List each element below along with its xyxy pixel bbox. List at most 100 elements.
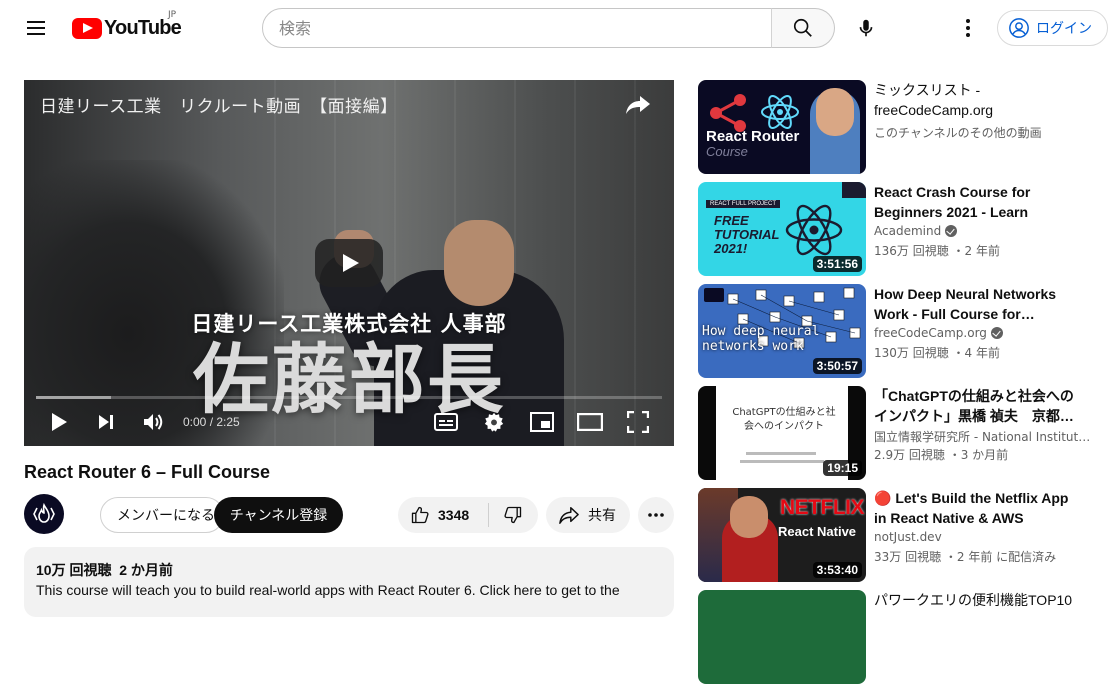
youtube-play-icon [72, 17, 102, 39]
like-button[interactable]: 3348 [398, 497, 488, 533]
upload-age: 2 か月前 [119, 562, 173, 578]
login-label: ログイン [1036, 21, 1092, 37]
thumb-caption: How deep neural networks work [702, 324, 820, 354]
view-count: 10万 回視聴 [36, 562, 112, 578]
channel-avatar[interactable] [24, 494, 64, 534]
dislike-button[interactable] [489, 497, 537, 533]
voice-search-button[interactable] [846, 8, 886, 48]
miniplayer-button[interactable] [524, 404, 560, 440]
duration-badge: 19:15 [823, 460, 862, 476]
like-count: 3348 [438, 507, 470, 523]
rec-title: 「ChatGPTの仕組みと社会へのインパクト」黒橋 禎夫 京都… [874, 388, 1074, 424]
react-logo-icon [761, 95, 799, 129]
slide-footer [740, 460, 824, 463]
thumb-caption: React Router [706, 128, 800, 145]
rec-channel: このチャンネルのその他の動画 [874, 126, 1042, 140]
thumb-caption-2: React Native [778, 524, 857, 539]
gear-icon [484, 412, 504, 432]
share-arrow-icon[interactable] [624, 92, 652, 116]
rec-stats: 2.9万 回視聴 ・3 か月前 [874, 448, 1009, 462]
rec-channel: Academind [874, 224, 958, 238]
rec-channel: notJust.dev [874, 530, 942, 544]
rec-title: 🔴 Let's Build the Netflix App in React N… [874, 490, 1069, 526]
login-button[interactable]: ログイン [997, 10, 1108, 46]
subscribe-label: チャンネル登録 [229, 508, 328, 524]
video-thumbnail: REACT FULL PROJECT FREE TUTORIAL 2021! 3… [698, 182, 866, 276]
masthead: YouTube JP ログイン [0, 0, 1109, 56]
join-label: メンバーになる [117, 508, 215, 524]
next-button[interactable] [88, 404, 124, 440]
settings-more-button[interactable] [952, 12, 984, 44]
time-display: 0:00 / 2:25 [183, 415, 240, 429]
description-text: This course will teach you to build real… [36, 582, 620, 598]
progress-bar[interactable] [36, 396, 662, 399]
region-code: JP [168, 10, 177, 20]
settings-button[interactable] [476, 404, 512, 440]
play-button[interactable] [41, 404, 77, 440]
rec-title: How Deep Neural Networks Work - Full Cou… [874, 286, 1057, 322]
video-player[interactable]: 日建リース工業 リクルート動画 【面接編】 日建リース工業株式会社 人事部 佐藤… [24, 80, 674, 446]
freecodecamp-logo-icon [33, 502, 55, 523]
thumb-caption-2: Course [706, 144, 748, 159]
verified-badge-icon [990, 327, 1003, 339]
fullscreen-button[interactable] [620, 404, 656, 440]
brand-corner [842, 182, 866, 198]
recommendation-item[interactable]: How deep neural networks work 3:50:57 Ho… [698, 284, 1109, 378]
description-box[interactable]: 10万 回視聴 2 か月前 This course will teach you… [24, 547, 674, 617]
subscribe-button[interactable]: チャンネル登録 [214, 497, 343, 533]
captions-icon [434, 413, 458, 431]
verified-badge-icon [945, 225, 958, 237]
recommendation-item[interactable]: NETFLIX React Native 3:53:40 🔴 Let's Bui… [698, 488, 1109, 582]
video-title: React Router 6 – Full Course [24, 462, 271, 482]
like-dislike-group: 3348 [398, 497, 538, 533]
subtitles-button[interactable] [428, 404, 464, 440]
presenter-face [730, 496, 768, 538]
share-label: 共有 [588, 508, 616, 524]
duration-badge: 3:53:40 [812, 562, 862, 578]
share-icon [559, 507, 579, 524]
skip-next-icon [99, 415, 113, 429]
video-thumbnail: How deep neural networks work 3:50:57 [698, 284, 866, 378]
vertical-dots-icon [966, 19, 970, 37]
subtitle-line-1: 日建リース工業株式会社 人事部 [191, 311, 507, 336]
thumbs-down-icon [504, 506, 522, 524]
thumb-logo [704, 288, 724, 302]
search-input[interactable] [279, 18, 771, 38]
theater-mode-button[interactable] [572, 404, 608, 440]
recommendation-item[interactable]: REACT FULL PROJECT FREE TUTORIAL 2021! 3… [698, 182, 1109, 276]
recommendation-item[interactable]: ChatGPTの仕組みと社会へのインパクト 19:15 「ChatGPTの仕組み… [698, 386, 1109, 480]
player-overlay-title[interactable]: 日建リース工業 リクルート動画 【面接編】 [40, 92, 398, 117]
rec-title: React Crash Course for Beginners 2021 - … [874, 184, 1031, 220]
search-button[interactable] [771, 8, 835, 48]
microphone-icon [859, 19, 873, 37]
volume-icon [144, 414, 163, 430]
thumb-caption: FREE TUTORIAL 2021! [714, 213, 780, 256]
mute-button[interactable] [135, 404, 171, 440]
recommendation-item[interactable]: パワークエリの便利機能TOP10 [698, 590, 1109, 684]
search-box [262, 8, 772, 48]
rec-stats: 136万 回視聴 ・2 年前 [874, 244, 1000, 258]
duration-badge: 3:50:57 [812, 358, 862, 374]
player-controls: 0:00 / 2:25 [24, 404, 674, 446]
join-membership-button[interactable]: メンバーになる [100, 497, 224, 533]
thumbs-up-icon [411, 506, 429, 524]
guide-menu-button[interactable] [20, 12, 52, 44]
more-actions-button[interactable] [638, 497, 674, 533]
hamburger-icon [27, 21, 45, 23]
video-thumbnail: React Router Course [698, 80, 866, 174]
video-thumbnail [698, 590, 866, 684]
theater-icon [577, 413, 603, 431]
share-button[interactable]: 共有 [546, 497, 630, 533]
slide-title: ChatGPTの仕組みと社会へのインパクト [732, 407, 836, 432]
rec-channel: freeCodeCamp.org [874, 326, 1003, 340]
recommendation-item[interactable]: React Router Course ミックスリスト - freeCodeCa… [698, 80, 1109, 174]
rec-channel: 国立情報学研究所 - National Institut… [874, 430, 1091, 444]
youtube-logo[interactable]: YouTube JP [72, 10, 182, 42]
netflix-wordmark: NETFLIX [780, 496, 865, 519]
rec-stats: 33万 回視聴 ・2 年前 に配信済み [874, 550, 1057, 564]
thumb-tag: REACT FULL PROJECT [706, 200, 781, 208]
large-play-button[interactable] [315, 239, 383, 287]
progress-loaded [36, 396, 112, 399]
search-icon [793, 18, 812, 37]
horizontal-dots-icon [648, 513, 664, 517]
